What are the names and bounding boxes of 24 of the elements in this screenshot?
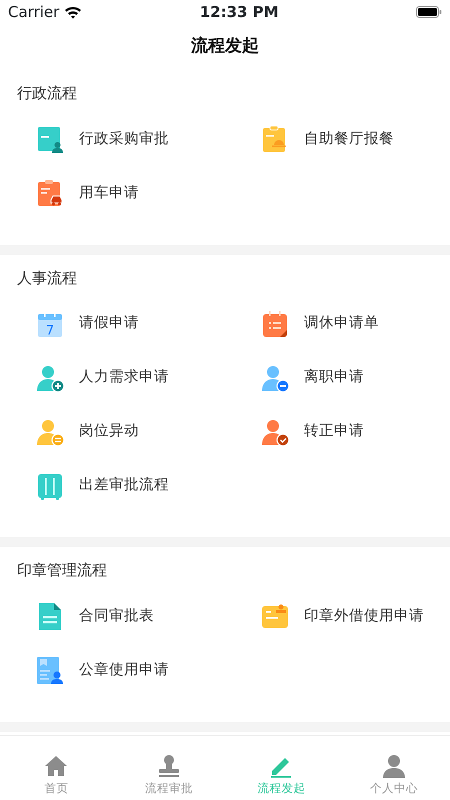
home-icon — [44, 754, 68, 778]
process-item[interactable]: 7 请假申请 — [0, 297, 225, 351]
person-icon — [382, 754, 406, 778]
carrier-name: Carrier — [8, 2, 60, 23]
battery-icon — [416, 6, 442, 18]
section-title: 人事流程 — [16, 268, 78, 288]
process-item[interactable]: 印章外借使用申请 — [225, 590, 450, 644]
process-item[interactable]: 调休申请单 — [225, 297, 450, 351]
page-title: 流程发起 — [191, 35, 259, 58]
section-title: 行政流程 — [16, 83, 78, 104]
stamp-icon — [156, 754, 181, 778]
process-item[interactable]: 岗位异动 — [0, 405, 225, 459]
process-item[interactable]: 公章使用申请 — [0, 644, 225, 698]
process-item[interactable]: 离职申请 — [225, 351, 450, 405]
clock-time: 12:33 PM — [200, 2, 280, 23]
process-item[interactable]: 自助餐厅报餐 — [225, 112, 450, 166]
section-title: 印章管理流程 — [16, 560, 108, 581]
process-item[interactable]: 转正申请 — [225, 405, 450, 459]
process-item[interactable]: 用车申请 — [0, 166, 225, 220]
wifi-icon — [64, 5, 82, 19]
process-item[interactable]: 出差审批流程 — [0, 459, 225, 513]
process-item[interactable]: 行政采购审批 — [0, 112, 225, 166]
process-item[interactable]: 人力需求申请 — [0, 351, 225, 405]
process-item[interactable]: 合同审批表 — [0, 590, 225, 644]
